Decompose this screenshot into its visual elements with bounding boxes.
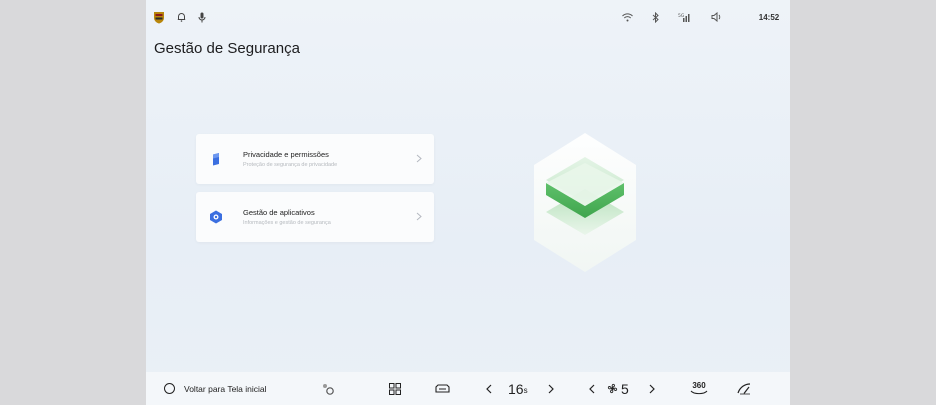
app-logo-icon[interactable] <box>152 10 166 24</box>
bottom-bar: Voltar para Tela inicial 16 s 5 360 <box>146 372 790 405</box>
fan-speed-value: 5 <box>621 380 629 397</box>
apps-grid-icon[interactable] <box>389 372 401 405</box>
fan-increase-button[interactable] <box>649 372 655 405</box>
temperature-suffix: s <box>523 386 528 395</box>
wiper-icon[interactable] <box>737 372 751 405</box>
wifi-icon[interactable] <box>620 10 634 24</box>
bluetooth-icon[interactable] <box>649 10 661 24</box>
status-bar: 5G 14:52 <box>146 0 790 34</box>
security-hero-illustration <box>532 131 638 274</box>
menu-item-title: Gestão de aplicativos <box>243 208 315 217</box>
menu-item-subtitle: Informações e gestão de segurança <box>243 220 331 226</box>
chevron-right-icon <box>416 212 422 223</box>
privacy-shield-icon <box>208 151 224 167</box>
svg-text:5G: 5G <box>678 13 685 19</box>
bell-icon[interactable] <box>175 10 187 24</box>
menu-item-title: Privacidade e permissões <box>243 150 329 159</box>
volume-icon[interactable] <box>709 10 723 24</box>
chevron-right-icon <box>416 154 422 165</box>
menu-item-privacy[interactable]: Privacidade e permissões Proteção de seg… <box>196 134 434 184</box>
temperature-increase-button[interactable] <box>548 372 554 405</box>
driver-profile-icon[interactable] <box>321 372 335 405</box>
temperature-value: 16 <box>508 380 524 397</box>
car-seat-icon[interactable] <box>435 372 450 405</box>
temperature-display: 16 s <box>508 372 528 405</box>
cellular-signal-icon[interactable]: 5G <box>677 10 691 24</box>
clock-time: 14:52 <box>758 12 780 22</box>
fan-decrease-button[interactable] <box>589 372 595 405</box>
view-360-label: 360 <box>692 381 706 390</box>
menu-item-app-management[interactable]: Gestão de aplicativos Informações e gest… <box>196 192 434 242</box>
circle-icon <box>164 383 175 394</box>
view-360-button[interactable]: 360 <box>690 372 708 405</box>
app-security-icon <box>208 209 224 225</box>
page-title: Gestão de Segurança <box>154 40 300 57</box>
home-button[interactable]: Voltar para Tela inicial <box>164 372 267 405</box>
home-button-label: Voltar para Tela inicial <box>184 383 267 394</box>
rotate-arrow-icon <box>690 390 708 395</box>
microphone-icon[interactable] <box>196 10 208 24</box>
menu-item-subtitle: Proteção de segurança de privacidade <box>243 162 338 168</box>
fan-icon <box>607 372 618 405</box>
temperature-decrease-button[interactable] <box>486 372 492 405</box>
screen: 5G 14:52 Gestão de Segurança Privacidade… <box>146 0 790 405</box>
